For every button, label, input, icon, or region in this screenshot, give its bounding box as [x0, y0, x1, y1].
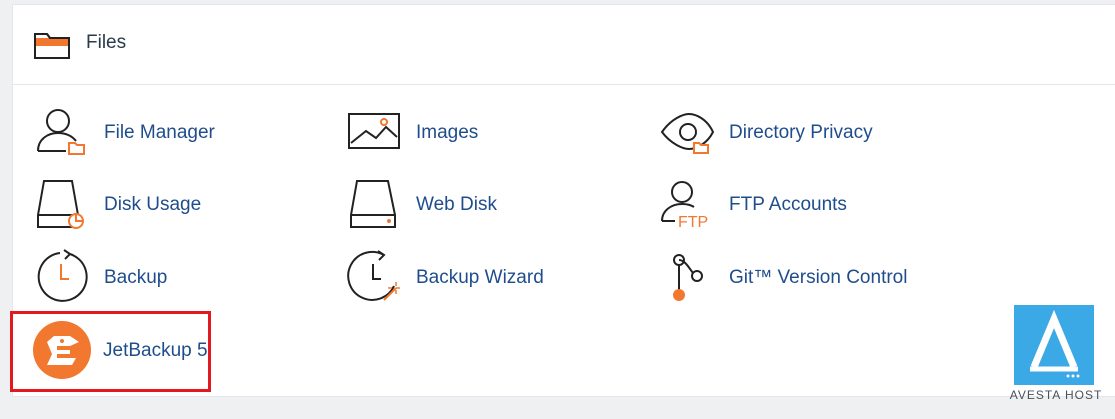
image-icon [348, 105, 406, 161]
item-label[interactable]: Web Disk [416, 194, 497, 216]
file-manager-icon [36, 105, 94, 161]
item-label[interactable]: Git™ Version Control [729, 267, 907, 289]
folder-icon [33, 30, 71, 60]
watermark-text: AVESTA HOST [1009, 388, 1103, 402]
item-label[interactable]: Backup [104, 267, 167, 289]
ftp-user-icon: FTP [661, 177, 719, 233]
panel-header[interactable]: Files [13, 5, 1115, 85]
avesta-logo-icon [1014, 305, 1094, 385]
item-label[interactable]: Directory Privacy [729, 122, 873, 144]
clock-arrow-icon [36, 249, 94, 306]
item-label[interactable]: FTP Accounts [729, 194, 847, 216]
disk-usage-icon [36, 177, 94, 233]
item-label[interactable]: Images [416, 122, 478, 144]
watermark: AVESTA HOST [1008, 300, 1108, 410]
eye-folder-icon [660, 105, 719, 161]
clock-wand-icon [347, 250, 406, 306]
highlight-box [10, 311, 211, 392]
svg-text:FTP: FTP [678, 214, 708, 231]
web-disk-icon [348, 177, 406, 233]
item-label[interactable]: Backup Wizard [416, 267, 544, 289]
section-title: Files [86, 32, 127, 53]
git-branch-icon [661, 250, 719, 306]
item-label[interactable]: Disk Usage [104, 194, 201, 216]
item-label[interactable]: File Manager [104, 122, 215, 144]
